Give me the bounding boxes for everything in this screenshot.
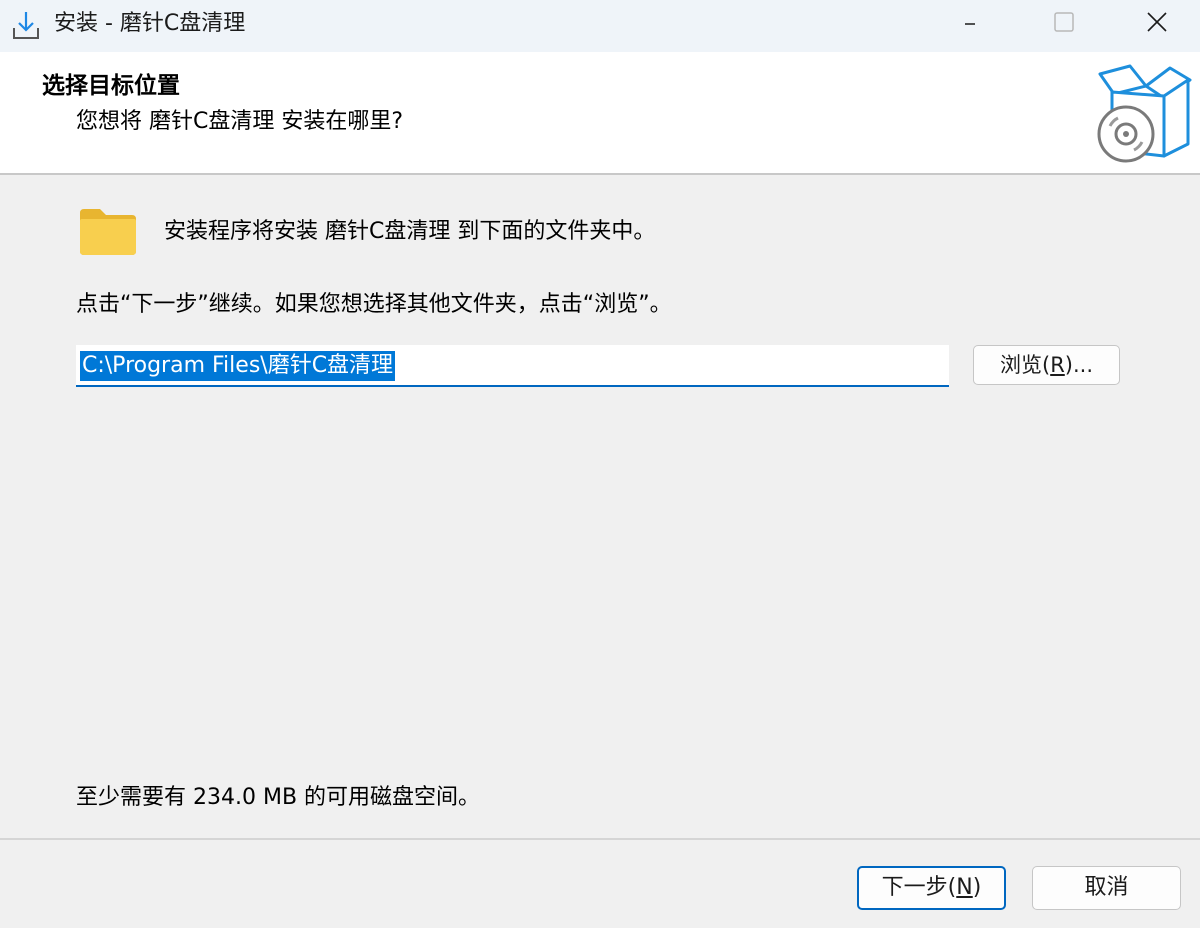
title-bar[interactable]: 安装 - 磨针C盘清理 [0,0,1200,52]
browse-hotkey: R [1050,353,1065,377]
instruction-text: 点击“下一步”继续。如果您想选择其他文件夹，点击“浏览”。 [76,292,672,317]
install-path-value: C:\Program Files\磨针C盘清理 [80,351,396,381]
install-path-input[interactable]: C:\Program Files\磨针C盘清理 [76,345,949,387]
close-button[interactable] [1110,0,1200,48]
browse-button[interactable]: 浏览(R)... [973,345,1120,385]
browse-label-suffix: )... [1064,353,1093,377]
install-location-intro: 安装程序将安装 磨针C盘清理 到下面的文件夹中。 [164,219,656,244]
software-box-disc-icon [1090,64,1194,168]
install-download-icon [8,8,44,44]
wizard-header: 选择目标位置 您想将 磨针C盘清理 安装在哪里? [0,52,1200,175]
page-title: 选择目标位置 [42,73,180,99]
next-button[interactable]: 下一步(N) [857,866,1006,910]
window-title: 安装 - 磨针C盘清理 [54,11,246,36]
next-label-prefix: 下一步( [881,875,957,900]
next-label-suffix: ) [972,875,982,900]
page-subtitle: 您想将 磨针C盘清理 安装在哪里? [76,109,404,134]
installer-window: 安装 - 磨针C盘清理 选择目标位置 您想将 磨针C盘清理 安装在哪里? 安装程… [0,0,1200,928]
minimize-button[interactable] [924,0,1016,48]
disk-space-requirement: 至少需要有 234.0 MB 的可用磁盘空间。 [76,785,481,810]
cancel-button[interactable]: 取消 [1032,866,1181,910]
folder-icon [78,207,138,257]
browse-label-prefix: 浏览( [999,353,1051,377]
next-hotkey: N [956,875,973,900]
footer-divider [0,838,1200,840]
maximize-button[interactable] [1017,0,1109,48]
